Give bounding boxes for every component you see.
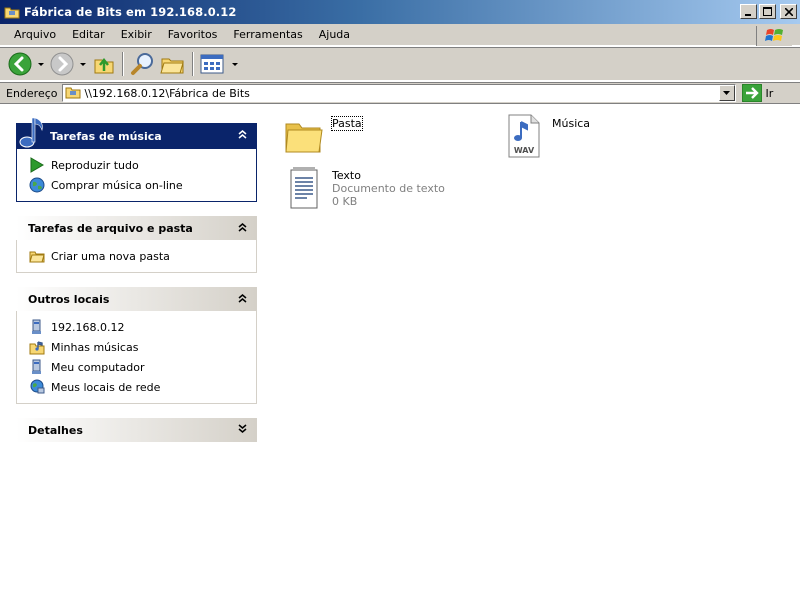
windows-logo-icon (756, 26, 792, 46)
toolbar (0, 47, 800, 81)
place-my-computer[interactable]: Meu computador (29, 357, 246, 377)
menu-ajuda[interactable]: Ajuda (311, 28, 358, 41)
file-name: Texto (332, 169, 361, 182)
panel-header-details[interactable]: Detalhes (16, 418, 257, 442)
menu-bar: Arquivo Editar Exibir Favoritos Ferramen… (0, 24, 800, 46)
new-folder-icon (29, 248, 45, 264)
panel-header-music[interactable]: Tarefas de música (16, 117, 257, 149)
forward-dropdown-icon[interactable] (80, 62, 86, 66)
file-name: Pasta (331, 116, 363, 131)
panel-title-music: Tarefas de música (50, 129, 162, 143)
menu-exibir[interactable]: Exibir (113, 28, 160, 41)
menu-favoritos[interactable]: Favoritos (160, 28, 226, 41)
task-buy-music[interactable]: Comprar música on-line (29, 175, 246, 195)
panel-header-file-folder[interactable]: Tarefas de arquivo e pasta (16, 216, 257, 240)
window-title: Fábrica de Bits em 192.168.0.12 (24, 5, 237, 19)
address-label: Endereço (6, 86, 58, 100)
task-label: Reproduzir tudo (51, 158, 139, 172)
minimize-button[interactable] (740, 4, 757, 19)
task-label: Criar uma nova pasta (51, 249, 170, 263)
file-item-text[interactable]: Texto Documento de texto 0 KB (284, 167, 445, 209)
toolbar-separator (122, 52, 124, 76)
place-label: Meu computador (51, 360, 145, 374)
panel-music-tasks: Tarefas de música Reproduzir tudo Compra (16, 117, 257, 202)
panel-title-details: Detalhes (28, 423, 83, 437)
views-button[interactable] (198, 50, 228, 78)
panel-other-places: Outros locais 192.168.0.12 Minhas música (16, 287, 257, 404)
text-document-icon (284, 167, 324, 209)
up-folder-icon (94, 57, 114, 74)
folder-network-icon (4, 4, 20, 20)
address-input[interactable]: \\192.168.0.12\Fábrica de Bits (61, 84, 736, 103)
folders-icon (160, 58, 184, 74)
task-new-folder[interactable]: Criar uma nova pasta (29, 246, 246, 266)
panel-body-other-places: 192.168.0.12 Minhas músicas Meu computad… (16, 311, 257, 404)
collapse-chevron-icon[interactable] (238, 222, 247, 235)
maximize-button[interactable] (759, 4, 776, 19)
address-bar: Endereço \\192.168.0.12\Fábrica de Bits … (0, 82, 800, 104)
search-button[interactable] (128, 50, 158, 78)
place-network-computer[interactable]: 192.168.0.12 (29, 317, 246, 337)
go-label: Ir (765, 86, 774, 100)
music-note-icon (18, 115, 48, 152)
folders-button[interactable] (158, 50, 188, 78)
network-computer-icon (29, 319, 45, 335)
file-item-wav[interactable]: WAV Música (504, 114, 591, 158)
network-folder-icon (65, 84, 81, 103)
forward-arrow-icon (50, 52, 74, 76)
address-value: \\192.168.0.12\Fábrica de Bits (84, 86, 250, 100)
address-dropdown-button[interactable] (718, 85, 735, 101)
menu-arquivo[interactable]: Arquivo (6, 28, 64, 41)
back-button[interactable] (6, 50, 34, 78)
panel-body-music: Reproduzir tudo Comprar música on-line (16, 149, 257, 202)
file-size: 0 KB (332, 195, 358, 208)
collapse-chevron-icon[interactable] (238, 129, 247, 142)
up-folder-button[interactable] (90, 50, 118, 78)
content-area: Tarefas de música Reproduzir tudo Compra (0, 105, 800, 600)
search-icon (131, 53, 153, 75)
go-arrow-icon (741, 84, 762, 102)
back-arrow-icon (8, 52, 32, 76)
go-button[interactable]: Ir (741, 84, 774, 102)
folder-icon (284, 115, 324, 157)
panel-file-folder-tasks: Tarefas de arquivo e pasta Criar uma nov… (16, 216, 257, 273)
wav-audio-icon: WAV (504, 114, 544, 158)
views-icon (200, 54, 224, 74)
close-button[interactable] (780, 4, 797, 19)
panel-details: Detalhes (16, 418, 257, 442)
globe-icon (29, 177, 45, 193)
place-label: Meus locais de rede (51, 380, 161, 394)
menu-ferramentas[interactable]: Ferramentas (225, 28, 310, 41)
task-pane: Tarefas de música Reproduzir tudo Compra (16, 117, 257, 456)
menu-editar[interactable]: Editar (64, 28, 113, 41)
task-play-all[interactable]: Reproduzir tudo (29, 155, 246, 175)
panel-title-other-places: Outros locais (28, 292, 110, 306)
music-folder-icon (29, 339, 45, 355)
computer-icon (29, 359, 45, 375)
file-name: Música (552, 117, 591, 130)
title-bar[interactable]: Fábrica de Bits em 192.168.0.12 (0, 0, 800, 24)
place-label: 192.168.0.12 (51, 320, 125, 334)
play-icon (29, 157, 45, 173)
views-dropdown-icon[interactable] (232, 62, 238, 66)
file-item-folder[interactable]: Pasta (284, 115, 363, 157)
panel-title-file-folder: Tarefas de arquivo e pasta (28, 221, 193, 235)
file-type: Documento de texto (332, 182, 445, 195)
place-network-places[interactable]: Meus locais de rede (29, 377, 246, 397)
place-label: Minhas músicas (51, 340, 139, 354)
panel-body-file-folder: Criar uma nova pasta (16, 240, 257, 273)
collapse-chevron-icon[interactable] (238, 293, 247, 306)
forward-button[interactable] (48, 50, 76, 78)
place-my-music[interactable]: Minhas músicas (29, 337, 246, 357)
task-label: Comprar música on-line (51, 178, 183, 192)
network-places-icon (29, 379, 45, 395)
wav-badge: WAV (514, 146, 535, 155)
back-dropdown-icon[interactable] (38, 62, 44, 66)
panel-header-other-places[interactable]: Outros locais (16, 287, 257, 311)
expand-chevron-icon[interactable] (238, 424, 247, 437)
toolbar-separator (192, 52, 194, 76)
